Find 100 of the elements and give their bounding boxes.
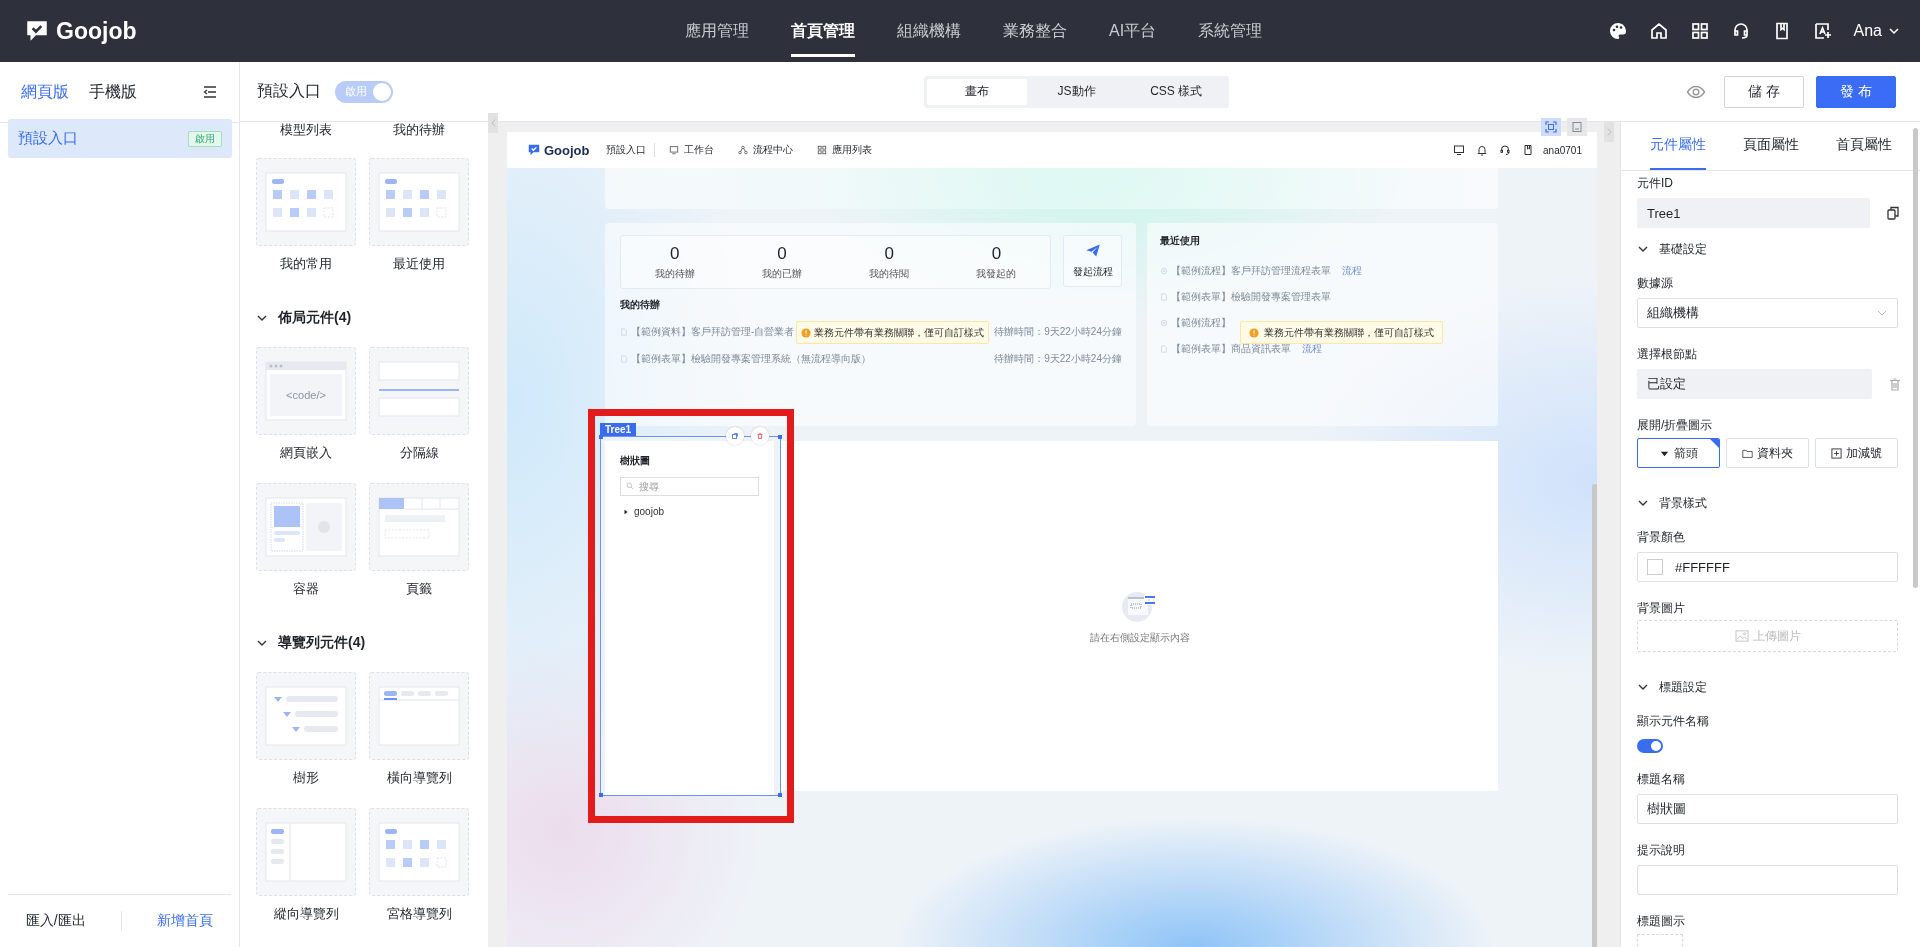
bell-icon[interactable]	[1476, 144, 1489, 156]
view-toggle-button[interactable]	[1567, 118, 1587, 136]
todo-title[interactable]: 【範例表單】檢驗開發專案管理系統（無流程導向版）	[631, 351, 871, 366]
portal-nav-item[interactable]: 應用列表	[816, 143, 872, 157]
warning-icon	[1249, 327, 1259, 338]
copy-icon[interactable]	[1886, 206, 1900, 220]
toggle-switch[interactable]	[1637, 739, 1663, 753]
save-button[interactable]: 儲 存	[1724, 75, 1804, 108]
section-header[interactable]: 背景樣式	[1637, 493, 1707, 513]
trash-icon	[756, 432, 764, 440]
palette-icon[interactable]	[1607, 21, 1628, 41]
section-header[interactable]: 佈局元件(4)	[256, 306, 352, 330]
component-tile[interactable]: 頁籤	[369, 483, 469, 599]
chevron-down-icon	[1888, 25, 1900, 37]
page-list-item[interactable]: 預設入口 啟用	[8, 119, 232, 158]
headset-icon[interactable]	[1499, 144, 1512, 156]
title-name-field[interactable]: 樹狀圖	[1637, 794, 1898, 824]
component-id-field[interactable]: Tree1	[1637, 198, 1870, 228]
hint-field[interactable]	[1637, 865, 1898, 895]
component-tile[interactable]: 縱向導覽列	[256, 808, 356, 924]
status-badge: 啟用	[188, 130, 222, 147]
scrollbar[interactable]	[1913, 128, 1918, 588]
properties-tab[interactable]: 元件屬性	[1649, 122, 1706, 170]
home-icon[interactable]	[1648, 21, 1669, 41]
logo-wordmark: Goojob	[544, 142, 590, 158]
code-thumbnail-drawing: <code/>	[256, 347, 356, 435]
version-tab[interactable]: 手機版	[89, 62, 137, 122]
document-icon	[1160, 345, 1168, 353]
collapse-menu-icon[interactable]	[202, 84, 218, 100]
field-label: 背景圖片	[1637, 600, 1685, 617]
recent-item-title[interactable]: 【範例流程】	[1171, 316, 1231, 330]
book-icon[interactable]	[1522, 144, 1535, 156]
page-name: 預設入口	[18, 129, 78, 148]
stat-label: 我的待辦	[654, 266, 695, 281]
component-tile[interactable]: 容器	[256, 483, 356, 599]
grid-icon	[816, 145, 827, 155]
image-icon	[1734, 630, 1749, 642]
tree-node[interactable]: goojob	[620, 506, 759, 517]
portal-nav-item[interactable]: 流程中心	[737, 143, 793, 157]
view-toggle-button[interactable]	[1541, 118, 1561, 136]
tree-component[interactable]: 樹狀圖 搜尋 goojob	[600, 436, 781, 796]
nav-tab[interactable]: 系統管理	[1177, 0, 1284, 62]
icon-style-option[interactable]: 加減號	[1815, 438, 1898, 468]
nav-tab[interactable]: AI平台	[1088, 0, 1178, 62]
component-tile[interactable]: 橫向導覽列	[369, 672, 469, 788]
color-field[interactable]: #FFFFFF	[1637, 552, 1898, 582]
component-tile[interactable]: 我的常用	[256, 158, 356, 274]
collapse-handle[interactable]	[1604, 122, 1614, 142]
chevron-left-icon	[489, 118, 497, 128]
stat-label: 我的待閱	[869, 266, 910, 281]
user-menu[interactable]: Ana	[1853, 22, 1900, 40]
apps-grid-icon[interactable]	[1689, 21, 1710, 41]
mode-tab[interactable]: CSS 樣式	[1126, 78, 1226, 105]
mode-tab[interactable]: JS動作	[1026, 78, 1127, 105]
data-source-select[interactable]: 組織機構	[1637, 298, 1898, 328]
nodes-icon	[737, 145, 748, 155]
icon-style-option[interactable]: 箭頭	[1637, 438, 1720, 468]
component-tile[interactable]: <code/> 網頁嵌入	[256, 347, 356, 463]
publish-button[interactable]: 發 布	[1816, 75, 1896, 108]
copy-icon	[731, 432, 739, 440]
stat-value: 0	[991, 243, 1002, 264]
field-label: 顯示元件名稱	[1637, 713, 1709, 730]
add-document-icon[interactable]	[1812, 21, 1833, 41]
collapse-handle[interactable]	[488, 113, 498, 133]
empty-hint: 請在右側設定顯示內容	[1089, 631, 1190, 645]
section-title: 最近使用	[1160, 234, 1201, 248]
nav-tab[interactable]: 組織機構	[876, 0, 982, 62]
scrollbar[interactable]	[1592, 484, 1597, 947]
nav-tab[interactable]: 首頁管理	[770, 0, 876, 62]
recent-item-title[interactable]: 【範例表單】商品資訊表單	[1171, 342, 1291, 356]
field-label: 選擇根節點	[1637, 346, 1697, 363]
monitor-icon[interactable]	[1453, 144, 1466, 156]
properties-tab[interactable]: 首頁屬性	[1835, 122, 1892, 170]
portal-nav-item[interactable]: 工作台	[668, 143, 714, 157]
import-export-link[interactable]: 匯入/匯出	[25, 912, 86, 930]
section-header[interactable]: 導覽列元件(4)	[256, 631, 366, 655]
field-label: 數據源	[1637, 275, 1673, 292]
launch-process-button[interactable]: 發起流程	[1063, 235, 1122, 287]
root-node-field[interactable]: 已設定	[1637, 369, 1872, 399]
nav-tab[interactable]: 業務整合	[982, 0, 1088, 62]
section-header[interactable]: 標題設定	[1637, 677, 1707, 697]
nav-tab[interactable]: 應用管理	[664, 0, 770, 62]
document-icon	[1160, 293, 1168, 301]
properties-tab[interactable]: 頁面屬性	[1742, 122, 1799, 170]
add-page-link[interactable]: 新增首頁	[157, 912, 214, 930]
recent-item-title[interactable]: 【範例表單】檢驗開發專案管理表單	[1171, 290, 1331, 304]
gear-icon	[1160, 319, 1168, 327]
component-tile[interactable]: 最近使用	[369, 158, 469, 274]
component-tile[interactable]: 宮格導覽列	[369, 808, 469, 924]
chevron-right-icon	[1605, 127, 1613, 137]
mode-tab[interactable]: 畫布	[927, 78, 1027, 105]
component-tile[interactable]: 樹形	[256, 672, 356, 788]
field-label: 展開/折疊圖示	[1637, 417, 1713, 434]
field-label: 提示說明	[1637, 842, 1685, 859]
section-header[interactable]: 基礎設定	[1637, 239, 1707, 259]
component-tile[interactable]: 分隔線	[369, 347, 469, 463]
search-field[interactable]: 搜尋	[620, 477, 759, 496]
icon-style-option[interactable]: 資料夾	[1726, 438, 1809, 468]
page-title: 預設入口	[257, 81, 321, 101]
device-icon	[1571, 121, 1583, 133]
